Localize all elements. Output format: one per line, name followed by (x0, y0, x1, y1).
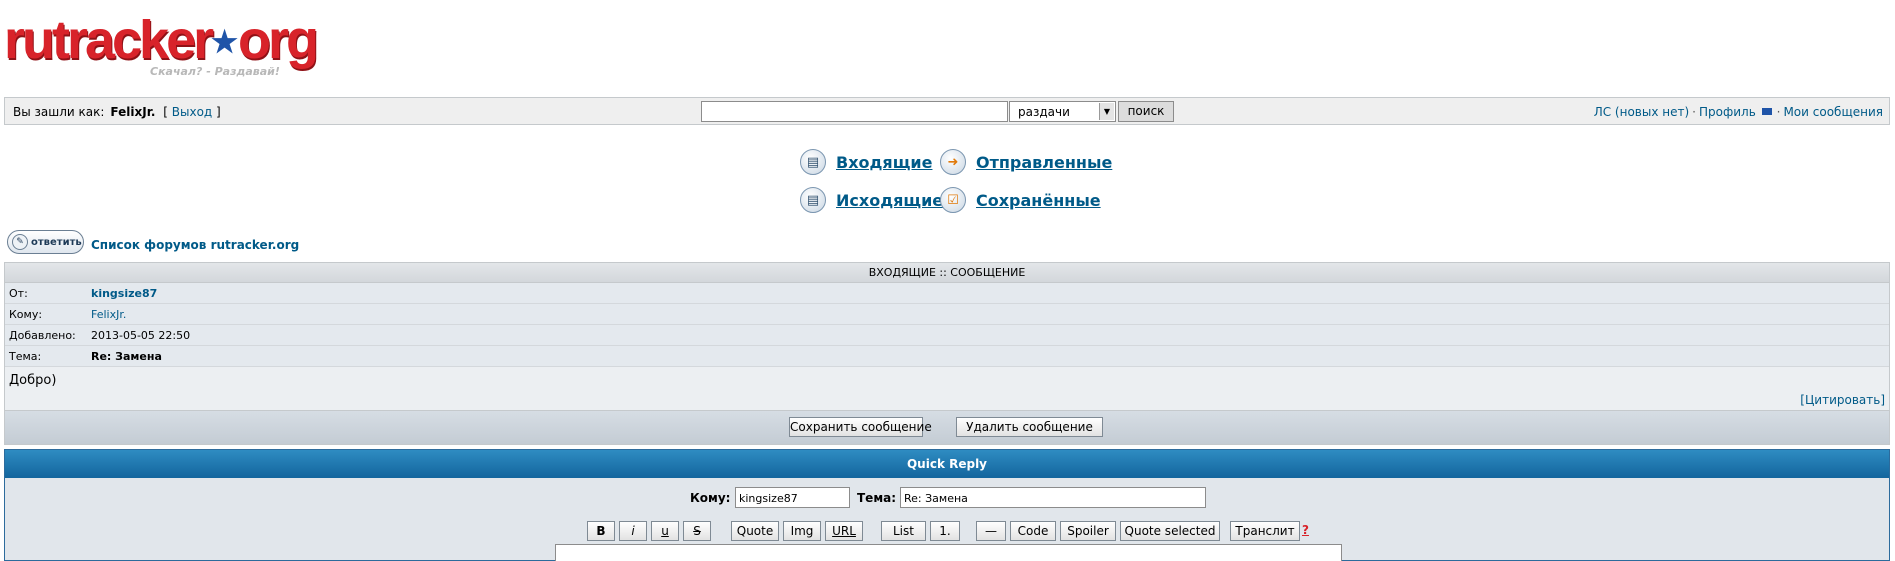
username: FelixJr. (110, 105, 156, 119)
hr-tag-button[interactable]: — (976, 521, 1006, 541)
quote-link[interactable]: [Цитировать] (1800, 393, 1885, 407)
message-from-row: От: kingsize87 (5, 283, 1889, 304)
inbox-icon: ▤ (800, 149, 826, 175)
list-tag-button[interactable]: List (881, 521, 926, 541)
checkbox-icon: ☑ (940, 187, 966, 213)
sent-link[interactable]: Отправленные (976, 153, 1112, 172)
subject-label: Тема: (9, 349, 42, 363)
subject-value: Re: Замена (91, 349, 162, 363)
qr-subject-label: Тема: (857, 491, 897, 505)
pm-link[interactable]: ЛС (новых нет) (1594, 105, 1689, 119)
qr-subject-input[interactable]: Re: Замена (900, 487, 1206, 508)
quick-reply-panel: Quick Reply Кому: kingsize87 Тема: Re: З… (4, 449, 1890, 561)
from-label: От: (9, 286, 28, 300)
login-info: Вы зашли как: FelixJr. [ Выход ] (13, 105, 221, 119)
logout-link[interactable]: Выход (172, 105, 212, 119)
message-panel: ВХОДЯЩИЕ :: СООБЩЕНИЕ От: kingsize87 Ком… (4, 262, 1890, 445)
logo-slogan: Скачал? - Раздавай! (150, 65, 280, 78)
profile-link[interactable]: Профиль (1699, 105, 1756, 119)
dropdown-arrow-icon: ▼ (1099, 103, 1114, 120)
delete-message-button[interactable]: Удалить сообщение (956, 417, 1103, 437)
search-input[interactable] (701, 101, 1008, 122)
quote-selected-button[interactable]: Quote selected (1120, 521, 1220, 541)
message-date-row: Добавлено: 2013-05-05 22:50 (5, 325, 1889, 346)
logo-text-main: rutracker (4, 10, 214, 70)
folder-saved[interactable]: ☑ Сохранённые (940, 187, 1101, 213)
quick-reply-title: Quick Reply (5, 450, 1889, 478)
search-category-value: раздачи (1018, 105, 1070, 119)
profile-icon (1761, 108, 1772, 115)
numbered-list-button[interactable]: 1. (930, 521, 960, 541)
forum-list-link[interactable]: Список форумов rutracker.org (91, 238, 299, 252)
url-tag-button[interactable]: URL (825, 521, 863, 541)
folder-inbox[interactable]: ▤ Входящие (800, 149, 932, 175)
message-header: ВХОДЯЩИЕ :: СООБЩЕНИЕ (5, 263, 1889, 283)
translit-button[interactable]: Транслит (1230, 521, 1300, 541)
underline-button[interactable]: u (651, 521, 679, 541)
search-category-select[interactable]: раздачи ▼ (1009, 101, 1116, 122)
saved-link[interactable]: Сохранённые (976, 191, 1101, 210)
folder-outbox[interactable]: ▤ Исходящие (800, 187, 943, 213)
to-user-link[interactable]: FelixJr. (91, 308, 126, 321)
save-message-button[interactable]: Сохранить сообщение (789, 417, 932, 437)
quick-reply-fields: Кому: kingsize87 Тема: Re: Замена (5, 486, 1889, 510)
logged-in-label: Вы зашли как: (13, 105, 105, 119)
inbox-link[interactable]: Входящие (836, 153, 932, 172)
message-body: Добро) [Цитировать] (5, 367, 1889, 411)
reply-button[interactable]: ✎ ответить (7, 230, 84, 254)
spoiler-tag-button[interactable]: Spoiler (1060, 521, 1116, 541)
added-value: 2013-05-05 22:50 (91, 328, 191, 342)
img-tag-button[interactable]: Img (783, 521, 821, 541)
reply-icon: ✎ (12, 234, 28, 250)
help-link[interactable]: ? (1302, 523, 1309, 537)
bold-button[interactable]: B (587, 521, 615, 541)
added-label: Добавлено: (9, 328, 76, 342)
strike-button[interactable]: S (683, 521, 711, 541)
folder-sent[interactable]: ➜ Отправленные (940, 149, 1112, 175)
outbox-icon: ▤ (800, 187, 826, 213)
message-actions: Сохранить сообщение Удалить сообщение (5, 411, 1889, 444)
code-tag-button[interactable]: Code (1010, 521, 1056, 541)
site-logo[interactable]: rutracker★org Скачал? - Раздавай! (4, 12, 324, 78)
quote-tag-button[interactable]: Quote (731, 521, 779, 541)
search-button[interactable]: поиск (1118, 101, 1174, 122)
qr-to-input[interactable]: kingsize87 (735, 487, 850, 508)
message-editor-textarea[interactable] (555, 544, 1342, 561)
top-bar: Вы зашли как: FelixJr. [ Выход ] раздачи … (4, 97, 1890, 125)
star-icon: ★ (211, 26, 239, 59)
my-posts-link[interactable]: Мои сообщения (1783, 105, 1883, 119)
user-links: ЛС (новых нет) · Профиль · Мои сообщения (1593, 105, 1883, 119)
arrow-right-icon: ➜ (940, 149, 966, 175)
reply-button-label: ответить (31, 236, 82, 248)
message-text: Добро) (9, 373, 57, 388)
italic-button[interactable]: i (619, 521, 647, 541)
logo-text-tld: org (238, 10, 319, 70)
qr-to-label: Кому: (690, 491, 731, 505)
message-to-row: Кому: FelixJr. (5, 304, 1889, 325)
message-subject-row: Тема: Re: Замена (5, 346, 1889, 367)
outbox-link[interactable]: Исходящие (836, 191, 943, 210)
to-label: Кому: (9, 307, 43, 321)
from-user-link[interactable]: kingsize87 (91, 287, 157, 300)
